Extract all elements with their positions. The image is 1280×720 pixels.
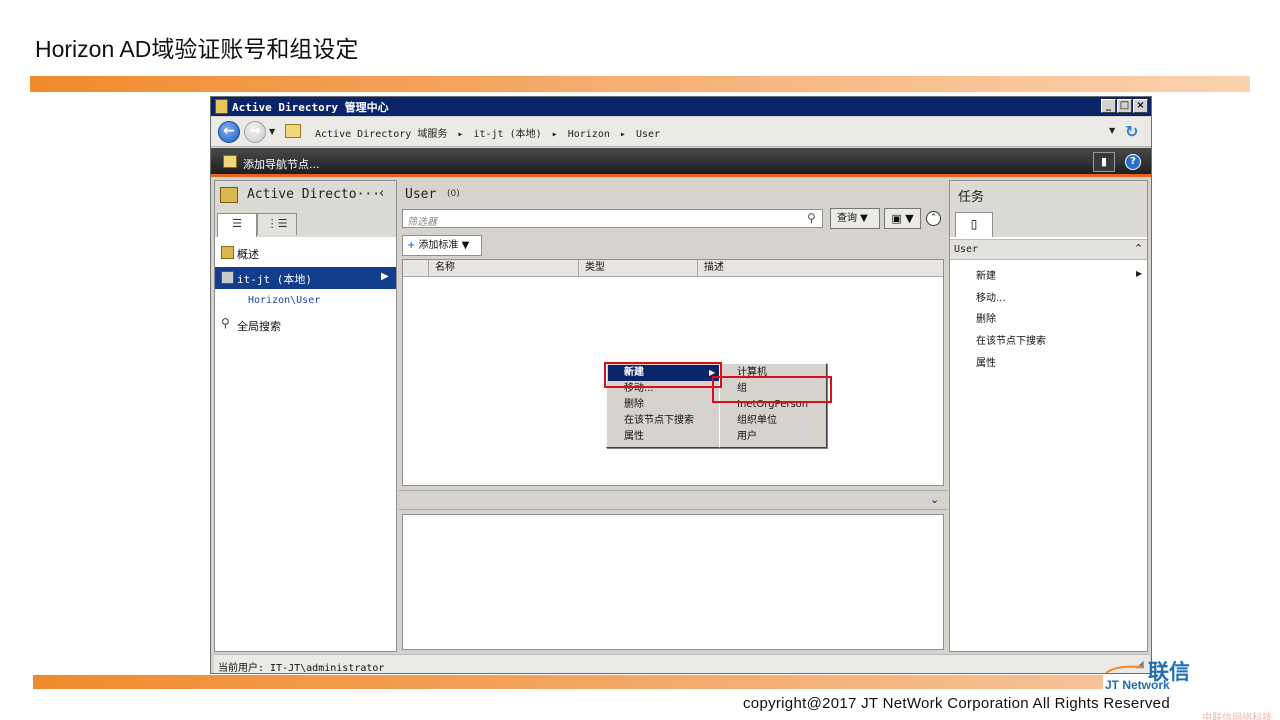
company-logo-mark bbox=[1105, 665, 1143, 674]
nav-item-domain[interactable]: it-jt (本地) ▶ bbox=[215, 267, 396, 289]
view-tabs: ☰ ⋮☰ bbox=[215, 209, 396, 237]
context-menu-item-properties[interactable]: 属性 bbox=[608, 429, 720, 445]
add-criteria-button[interactable]: + 添加标准 ▼ bbox=[402, 235, 482, 256]
navigation-toolbar: 添加导航节点... ▮ ? bbox=[211, 148, 1151, 177]
collapse-up-icon[interactable]: ⌃ bbox=[926, 211, 941, 226]
task-search-under-node[interactable]: 在该节点下搜索 bbox=[976, 332, 1046, 347]
clipboard-tab-icon[interactable]: ▯ bbox=[955, 212, 993, 237]
company-logo-subtitle: JT Network bbox=[1105, 678, 1170, 692]
nav-subitem-horizon-user[interactable]: Horizon\User bbox=[248, 295, 320, 306]
nav-item-label: 全局搜索 bbox=[237, 320, 281, 333]
top-accent-bar bbox=[30, 76, 1250, 92]
navigation-pane: Active Directo··· ‹ ☰ ⋮☰ 概述 it-jt (本地) ▶… bbox=[214, 180, 397, 652]
item-count: (0) bbox=[447, 189, 460, 199]
breadcrumb-separator-icon: ▸ bbox=[619, 129, 626, 140]
task-new[interactable]: 新建 bbox=[976, 267, 996, 282]
navigation-pane-title: Active Directo··· bbox=[247, 187, 381, 202]
refresh-icon[interactable]: ↻ bbox=[1125, 122, 1138, 141]
submenu-item-user[interactable]: 用户 bbox=[721, 429, 826, 445]
expand-arrow-icon[interactable]: ▶ bbox=[381, 271, 389, 282]
search-icon[interactable]: ⚲ bbox=[807, 211, 816, 225]
help-icon[interactable]: ? bbox=[1125, 154, 1141, 170]
column-header-icon[interactable] bbox=[403, 260, 429, 277]
nav-item-label: 概述 bbox=[237, 248, 259, 261]
tree-view-tab[interactable]: ⋮☰ bbox=[257, 213, 297, 235]
ad-admin-center-window: Active Directory 管理中心 _ □ × ← → ▼ Active… bbox=[210, 96, 1152, 674]
watermark-text: 中联信网络科技 bbox=[1202, 713, 1272, 720]
container-title: User bbox=[405, 187, 437, 202]
nav-item-global-search[interactable]: ⚲ 全局搜索 bbox=[215, 314, 396, 336]
details-pane bbox=[402, 514, 944, 650]
close-button[interactable]: × bbox=[1133, 99, 1148, 113]
context-menu-item-search-under-node[interactable]: 在该节点下搜索 bbox=[608, 413, 720, 429]
back-arrow-icon[interactable]: ← bbox=[218, 121, 240, 143]
task-delete[interactable]: 删除 bbox=[976, 310, 996, 325]
highlight-group-box bbox=[712, 376, 832, 403]
history-dropdown-icon[interactable]: ▼ bbox=[269, 127, 275, 136]
breadcrumb-item[interactable]: it-jt (本地) bbox=[473, 129, 541, 140]
nav-item-label: it-jt (本地) bbox=[237, 273, 312, 286]
title-bar: Active Directory 管理中心 _ □ × bbox=[211, 97, 1151, 116]
ad-icon bbox=[220, 187, 238, 203]
breadcrumb-item[interactable]: User bbox=[636, 129, 660, 140]
add-criteria-label: 添加标准 bbox=[418, 240, 459, 251]
list-header: 名称 类型 描述 bbox=[403, 260, 943, 277]
breadcrumb: Active Directory 域服务 ▸ it-jt (本地) ▸ Hori… bbox=[315, 125, 664, 140]
app-icon bbox=[215, 99, 228, 114]
plus-icon: + bbox=[407, 240, 416, 251]
copyright-text: copyright@2017 JT NetWork Corporation Al… bbox=[743, 695, 1170, 712]
overview-icon bbox=[221, 246, 234, 259]
status-bar: 当前用户: IT-JT\administrator ◢ bbox=[214, 654, 1150, 674]
nav-item-overview[interactable]: 概述 bbox=[215, 242, 396, 264]
domain-icon bbox=[221, 271, 234, 284]
bottom-accent-bar bbox=[33, 675, 1103, 689]
maximize-button[interactable]: □ bbox=[1117, 99, 1132, 113]
task-move[interactable]: 移动... bbox=[976, 289, 1006, 304]
tasks-pane: 任务 ▯ User ⌃ 新建 ▶ 移动... 删除 在该节点下搜索 属性 bbox=[949, 180, 1148, 652]
details-pane-bar[interactable]: ⌄ bbox=[399, 490, 947, 510]
slide-title: Horizon AD域验证账号和组设定 bbox=[35, 36, 359, 62]
breadcrumb-item[interactable]: Horizon bbox=[568, 129, 610, 140]
list-view-tab[interactable]: ☰ bbox=[217, 213, 257, 237]
column-header-type[interactable]: 类型 bbox=[579, 260, 698, 277]
submenu-arrow-icon: ▶ bbox=[1136, 269, 1143, 278]
address-dropdown-icon[interactable]: ▼ bbox=[1109, 126, 1115, 135]
search-icon: ⚲ bbox=[221, 316, 230, 330]
column-header-description[interactable]: 描述 bbox=[698, 260, 943, 277]
breadcrumb-item[interactable]: Active Directory 域服务 bbox=[315, 129, 447, 140]
context-menu-item-delete[interactable]: 删除 bbox=[608, 397, 720, 413]
forward-arrow-icon[interactable]: → bbox=[244, 121, 266, 143]
minimize-button[interactable]: _ bbox=[1101, 99, 1116, 113]
submenu-item-ou[interactable]: 组织单位 bbox=[721, 413, 826, 429]
clipboard-icon[interactable]: ▮ bbox=[1093, 152, 1115, 172]
save-query-button[interactable]: ▣ ▼ bbox=[884, 208, 921, 229]
tasks-group-label: User bbox=[954, 244, 979, 255]
tasks-title: 任务 bbox=[958, 190, 985, 205]
highlight-new-box bbox=[604, 362, 722, 388]
address-bar: ← → ▼ Active Directory 域服务 ▸ it-jt (本地) … bbox=[211, 117, 1151, 147]
navigation-pane-header: Active Directo··· ‹ bbox=[215, 181, 396, 209]
breadcrumb-separator-icon: ▸ bbox=[457, 129, 464, 140]
add-navigation-node-button[interactable]: 添加导航节点... bbox=[243, 156, 320, 172]
chevron-up-icon[interactable]: ⌃ bbox=[1134, 242, 1143, 255]
column-header-name[interactable]: 名称 bbox=[429, 260, 579, 277]
task-properties[interactable]: 属性 bbox=[976, 354, 996, 369]
collapse-pane-icon[interactable]: ‹ bbox=[379, 186, 384, 201]
window-title: Active Directory 管理中心 bbox=[232, 101, 389, 114]
tasks-header: 任务 ▯ bbox=[950, 181, 1147, 237]
chevron-down-icon[interactable]: ⌄ bbox=[930, 493, 939, 506]
breadcrumb-separator-icon: ▸ bbox=[551, 129, 558, 140]
tasks-group-header[interactable]: User ⌃ bbox=[950, 239, 1147, 260]
query-label: 查询 bbox=[837, 213, 857, 224]
add-node-icon bbox=[223, 155, 237, 168]
query-button[interactable]: 查询 ▼ bbox=[830, 208, 880, 229]
folder-icon bbox=[285, 124, 301, 138]
filter-placeholder: 筛选器 bbox=[407, 217, 437, 228]
current-user-status: 当前用户: IT-JT\administrator bbox=[218, 663, 385, 674]
filter-input[interactable]: 筛选器 ⚲ bbox=[402, 209, 823, 228]
